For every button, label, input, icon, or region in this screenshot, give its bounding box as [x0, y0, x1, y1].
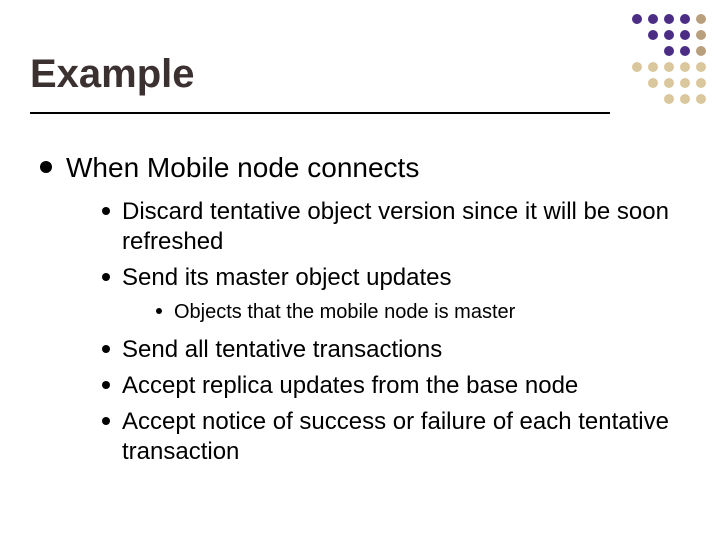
slide-body: When Mobile node connects Discard tentat…	[38, 150, 690, 481]
bullet-l1: When Mobile node connects Discard tentat…	[38, 150, 690, 467]
bullet-l2-text: Accept replica updates from the base nod…	[122, 372, 578, 399]
bullet-l2-text: Discard tentative object version since i…	[122, 198, 669, 255]
bullet-l2: Accept notice of success or failure of e…	[98, 407, 690, 467]
bullet-l2: Accept replica updates from the base nod…	[98, 371, 690, 401]
bullet-l2: Send its master object updates Objects t…	[98, 263, 690, 325]
slide-title: Example	[30, 52, 195, 97]
corner-decoration	[632, 14, 706, 110]
bullet-l2-text: Send its master object updates	[122, 264, 452, 291]
bullet-l2: Send all tentative transactions	[98, 335, 690, 365]
bullet-l3-text: Objects that the mobile node is master	[174, 301, 515, 323]
slide: Example When Mobile node connects Discar…	[0, 0, 720, 540]
bullet-l1-text: When Mobile node connects	[66, 152, 419, 183]
bullet-l2-text: Accept notice of success or failure of e…	[122, 408, 669, 465]
bullet-l2-text: Send all tentative transactions	[122, 336, 442, 363]
bullet-l2: Discard tentative object version since i…	[98, 197, 690, 257]
title-underline	[30, 112, 610, 114]
bullet-l3: Objects that the mobile node is master	[152, 299, 690, 325]
